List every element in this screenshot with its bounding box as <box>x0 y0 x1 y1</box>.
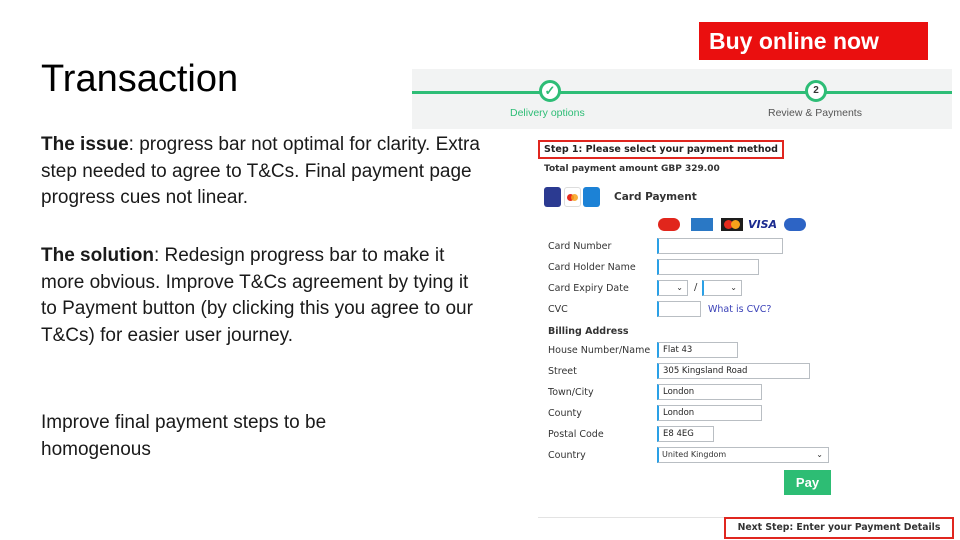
progress-line <box>412 91 952 94</box>
country-label: Country <box>548 450 586 461</box>
cvc-row: CVC What is CVC? <box>548 301 948 319</box>
slide-title: Transaction <box>41 58 239 100</box>
holder-name-input[interactable] <box>657 259 759 275</box>
improve-paragraph: Improve final payment steps to be homoge… <box>41 412 327 460</box>
card-number-input[interactable] <box>657 238 783 254</box>
holder-name-row: Card Holder Name <box>548 259 948 277</box>
holder-name-label: Card Holder Name <box>548 262 636 273</box>
payment-form: Step 1: Please select your payment metho… <box>536 138 956 538</box>
expiry-label: Card Expiry Date <box>548 283 629 294</box>
issue-label: The issue <box>41 134 129 155</box>
country-select[interactable]: United Kingdom ⌄ <box>657 447 829 463</box>
town-label: Town/City <box>548 387 594 398</box>
visa-logo: VISA <box>748 218 778 231</box>
next-step-banner: Next Step: Enter your Payment Details <box>724 517 954 539</box>
town-input[interactable]: London <box>657 384 762 400</box>
cvc-label: CVC <box>548 304 568 315</box>
postal-label: Postal Code <box>548 429 604 440</box>
buy-online-button[interactable]: Buy online now <box>699 22 928 60</box>
progress-bar: ✓ 2 Delivery options Review & Payments <box>412 69 952 129</box>
card-icon <box>583 187 600 207</box>
county-label: County <box>548 408 582 419</box>
step-2-label: Review & Payments <box>768 107 862 119</box>
postal-input[interactable]: E8 4EG <box>657 426 714 442</box>
street-input[interactable]: 305 Kingsland Road <box>657 363 810 379</box>
chevron-down-icon: ⌄ <box>816 450 823 459</box>
maestro-icon <box>784 218 806 231</box>
country-row: Country United Kingdom ⌄ <box>548 447 948 465</box>
house-label: House Number/Name <box>548 345 651 356</box>
card-payment-title: Card Payment <box>614 191 697 203</box>
county-input[interactable]: London <box>657 405 762 421</box>
maestro-icon <box>658 218 680 231</box>
chevron-down-icon: ⌄ <box>730 283 737 292</box>
card-number-label: Card Number <box>548 241 612 252</box>
pay-button[interactable]: Pay <box>784 470 831 495</box>
house-input[interactable]: Flat 43 <box>657 342 738 358</box>
billing-heading: Billing Address <box>548 326 629 337</box>
payment-step-heading: Step 1: Please select your payment metho… <box>538 140 784 159</box>
street-label: Street <box>548 366 577 377</box>
mastercard-card-icon <box>564 187 581 207</box>
street-row: Street 305 Kingsland Road <box>548 363 948 381</box>
town-row: Town/City London <box>548 384 948 402</box>
solution-label: The solution <box>41 245 154 266</box>
chevron-down-icon: ⌄ <box>676 283 683 292</box>
total-amount: Total payment amount GBP 329.00 <box>544 164 720 174</box>
check-icon: ✓ <box>539 80 561 102</box>
solution-paragraph: The solution: Redesign progress bar to m… <box>41 243 481 349</box>
postal-row: Postal Code E8 4EG <box>548 426 948 444</box>
what-is-cvc-link[interactable]: What is CVC? <box>708 304 771 315</box>
step-1-label[interactable]: Delivery options <box>510 107 585 119</box>
issue-paragraph: The issue: progress bar not optimal for … <box>41 132 481 212</box>
expiry-separator: / <box>694 282 698 293</box>
county-row: County London <box>548 405 948 423</box>
expiry-month-select[interactable]: ⌄ <box>657 280 688 296</box>
expiry-row: Card Expiry Date ⌄ / ⌄ <box>548 280 948 298</box>
step-2-number: 2 <box>805 80 827 102</box>
cvc-input[interactable] <box>657 301 701 317</box>
house-row: House Number/Name Flat 43 <box>548 342 948 360</box>
mastercard-icon <box>721 218 743 231</box>
amex-icon <box>691 218 713 231</box>
expiry-year-select[interactable]: ⌄ <box>702 280 742 296</box>
card-number-row: Card Number <box>548 238 948 256</box>
visa-card-icon <box>544 187 561 207</box>
